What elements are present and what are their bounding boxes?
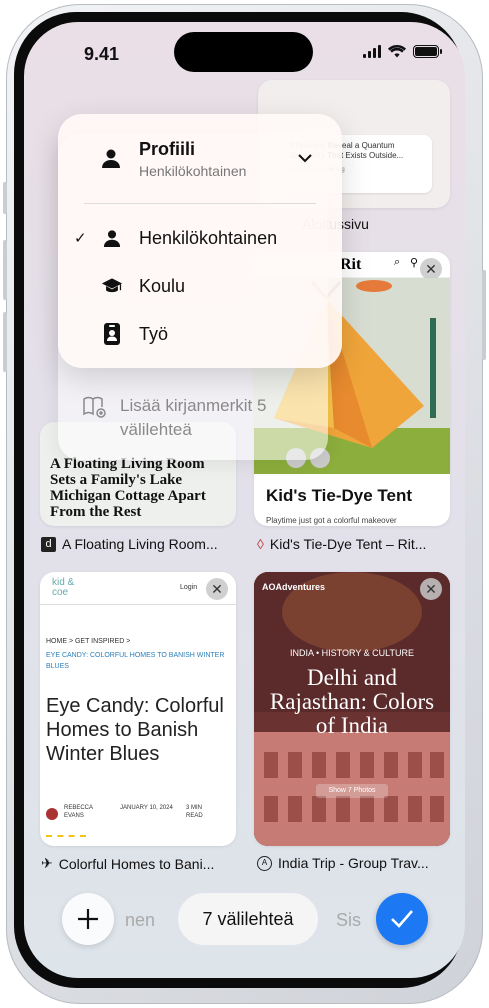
graduation-cap-icon [101, 275, 123, 297]
cellular-signal-icon [363, 45, 381, 58]
profile-title[interactable]: Profiili [139, 139, 195, 160]
living-room-tab-title[interactable]: d A Floating Living Room... [41, 536, 218, 552]
tent-body: Playtime just got a colorful makeover [266, 516, 397, 525]
book-plus-icon [83, 396, 106, 418]
living-room-headline: A Floating Living Room Sets a Family's L… [50, 456, 206, 520]
profile-subtitle: Henkilökohtainen [139, 163, 247, 179]
colorful-headline: Eye Candy: Colorful Homes to Banish Wint… [46, 695, 224, 765]
colorful-tab-title[interactable]: ✈ Colorful Homes to Bani... [41, 855, 214, 872]
left-segment-faded[interactable]: nen [125, 910, 155, 931]
power-button [482, 270, 486, 360]
dynamic-island [174, 32, 313, 72]
plus-icon [78, 909, 98, 929]
id-badge-icon [101, 323, 123, 345]
menu-item-label: Koulu [139, 275, 186, 296]
author-avatar [46, 808, 58, 820]
add-bookmarks-label: Lisää kirjanmerkit 5 välilehteä [120, 396, 267, 439]
battery-icon [413, 45, 442, 58]
kid-coe-logo: kid & coe [52, 577, 75, 598]
d-site-icon: d [41, 536, 56, 552]
checkmark-icon [391, 910, 413, 928]
volume-up-button [3, 240, 7, 300]
india-tab[interactable]: AOAdventures ✕ INDIA • HISTORY & CULTURE… [254, 572, 450, 846]
close-colorful-tab-button[interactable]: ✕ [206, 578, 228, 600]
done-button[interactable] [376, 893, 428, 945]
right-segment-faded[interactable]: Sis [336, 910, 361, 931]
chevron-down-icon[interactable] [298, 154, 312, 163]
person-icon [101, 148, 121, 173]
status-time: 9.41 [84, 44, 120, 64]
wifi-icon [388, 45, 406, 58]
ao-adventures-logo: AOAdventures [262, 582, 326, 592]
tent-tab-title[interactable]: ◊ Kid's Tie-Dye Tent – Rit... [257, 536, 426, 552]
india-tags: INDIA • HISTORY & CULTURE [289, 648, 414, 658]
menu-item-personal[interactable]: ✓ Henkilökohtainen [58, 216, 342, 260]
action-button [3, 182, 7, 214]
menu-divider [84, 203, 316, 204]
status-icons [363, 45, 442, 58]
menu-item-school[interactable]: Koulu [58, 264, 342, 308]
author-name: REBECCA EVANS [64, 805, 93, 819]
profile-menu: Profiili Henkilökohtainen ✓ Henkilökohta… [58, 114, 342, 368]
category-link[interactable]: EYE CANDY: COLORFUL HOMES TO BANISH WINT… [46, 650, 232, 672]
close-india-tab-button[interactable]: ✕ [420, 578, 442, 600]
location-icon: ⚲ [410, 257, 419, 269]
menu-item-label: Työ [139, 323, 169, 344]
close-tent-tab-button[interactable]: ✕ [420, 258, 442, 280]
india-headline: Delhi and Rajasthan: Colors of India [269, 665, 435, 738]
droplet-icon: ◊ [257, 536, 264, 552]
colorful-title-text: Colorful Homes to Bani... [58, 855, 215, 872]
colorful-homes-tab[interactable]: kid & coe Login ✕ HOME > GET INSPIRED > … [40, 572, 236, 846]
article-date: JANUARY 10, 2024 [120, 805, 173, 811]
person-icon [101, 227, 123, 249]
ao-site-icon: A [257, 855, 272, 871]
menu-item-label: Henkilökohtainen [139, 227, 278, 248]
menu-item-work[interactable]: Työ [58, 312, 342, 356]
tab-count-segment[interactable]: 7 välilehteä [178, 893, 318, 945]
add-bookmarks-row[interactable]: Lisää kirjanmerkit 5 välilehteä [82, 394, 300, 442]
breadcrumb: HOME > GET INSPIRED > [46, 638, 131, 645]
new-tab-button[interactable] [62, 893, 114, 945]
show-photos-button[interactable]: Show 7 Photos [316, 784, 388, 798]
screen: 9.41 Physicists Reveal a Quantum Geometr… [24, 22, 465, 978]
login-link[interactable]: Login [180, 584, 197, 591]
india-title-text: India Trip - Group Trav... [278, 855, 429, 871]
rit-logo: Rit [340, 256, 362, 273]
checkmark-icon: ✓ [74, 230, 87, 247]
volume-down-button [3, 312, 7, 372]
tent-title-text: Kid's Tie-Dye Tent – Rit... [269, 536, 427, 552]
search-icon: ⌕ [394, 256, 401, 268]
yellow-squiggle [46, 834, 86, 837]
airplane-icon: ✈ [41, 855, 53, 871]
header-divider [40, 604, 236, 605]
read-time: 3 MIN READ [186, 805, 203, 819]
tent-headline: Kid's Tie-Dye Tent [266, 486, 413, 505]
india-tab-title[interactable]: A India Trip - Group Trav... [257, 855, 429, 871]
living-room-title-text: A Floating Living Room... [62, 536, 218, 552]
